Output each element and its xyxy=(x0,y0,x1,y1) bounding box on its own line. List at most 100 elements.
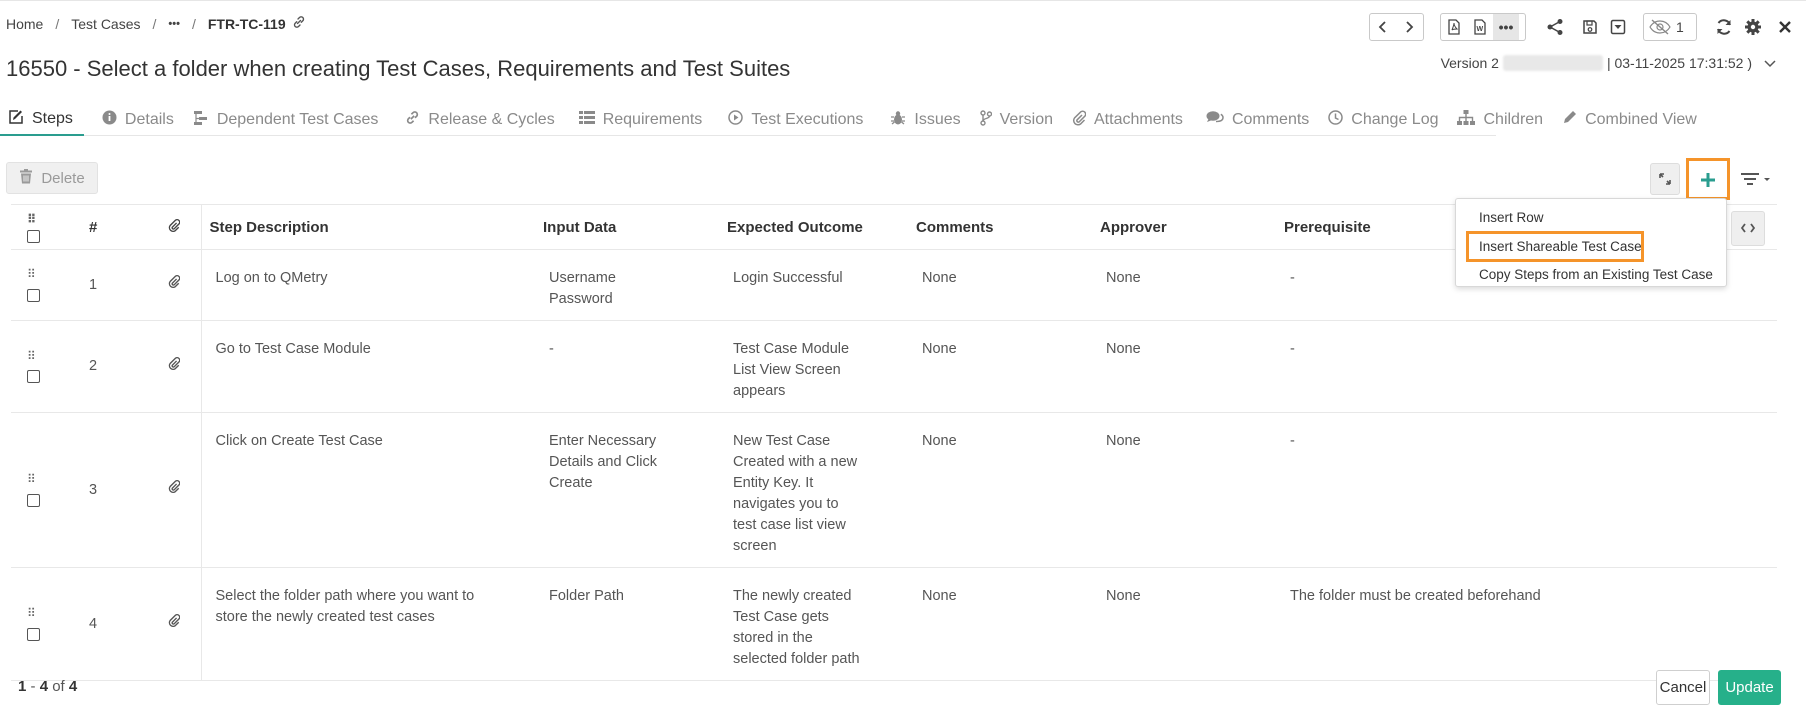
list-icon xyxy=(578,110,595,129)
pdf-icon[interactable] xyxy=(1441,14,1467,40)
prerequisite-cell[interactable]: - xyxy=(1276,320,1777,413)
col-step-description[interactable]: Step Description xyxy=(200,204,535,250)
col-expected-outcome[interactable]: Expected Outcome xyxy=(719,204,908,250)
tab-test-executions[interactable]: Test Executions xyxy=(720,98,874,136)
drag-handle-icon[interactable]: ⠿ xyxy=(27,472,36,486)
watchers-button[interactable]: 1 xyxy=(1643,13,1697,41)
input-data[interactable]: Username Password xyxy=(535,249,719,321)
link-icon[interactable] xyxy=(292,15,306,32)
approver-cell[interactable]: None xyxy=(1092,320,1276,413)
comments-cell[interactable]: None xyxy=(908,320,1092,413)
menu-copy-steps[interactable]: Copy Steps from an Existing Test Case xyxy=(1456,262,1726,288)
step-description[interactable]: Click on Create Test Case xyxy=(200,412,535,568)
expand-icon[interactable] xyxy=(1650,163,1680,195)
drag-handle-icon[interactable]: ⠿ xyxy=(27,267,36,281)
eye-slash-icon xyxy=(1644,14,1676,40)
step-description[interactable]: Go to Test Case Module xyxy=(200,320,535,413)
update-button[interactable]: Update xyxy=(1718,670,1781,705)
breadcrumb-more[interactable]: ••• xyxy=(168,18,180,30)
table-row[interactable]: ⠿ 3 Click on Create Test Case Enter Nece… xyxy=(11,412,1777,568)
share-icon[interactable] xyxy=(1543,15,1567,39)
tab-dependent-test-cases[interactable]: Dependent Test Cases xyxy=(185,98,390,136)
input-data[interactable]: Folder Path xyxy=(535,567,719,681)
top-bar: Home / Test Cases / ••• / FTR-TC-119 W •… xyxy=(0,0,1806,48)
tab-details[interactable]: Details xyxy=(94,98,185,136)
comments-cell[interactable]: None xyxy=(908,412,1092,568)
version-label: Version 2 xyxy=(1440,55,1499,71)
row-checkbox[interactable] xyxy=(27,288,40,302)
column-toggle-button[interactable] xyxy=(1731,211,1765,246)
input-data[interactable]: - xyxy=(535,320,719,413)
drag-handle-icon[interactable]: ⠿ xyxy=(27,349,36,363)
attachment-cell[interactable] xyxy=(148,320,201,413)
dropdown-box-icon[interactable] xyxy=(1606,15,1630,39)
table-row[interactable]: ⠿ 4 Select the folder path where you wan… xyxy=(11,567,1777,681)
approver-cell[interactable]: None xyxy=(1092,567,1276,681)
more-icon[interactable]: ••• xyxy=(1493,14,1519,40)
approver-cell[interactable]: None xyxy=(1092,249,1276,321)
step-description[interactable]: Select the folder path where you want to… xyxy=(200,567,535,681)
menu-insert-row[interactable]: Insert Row xyxy=(1456,205,1726,231)
prerequisite-cell[interactable]: - xyxy=(1276,412,1777,568)
chevron-right-icon[interactable] xyxy=(1396,14,1422,40)
svg-text:W: W xyxy=(1477,26,1484,33)
select-all-checkbox[interactable] xyxy=(27,229,40,243)
trash-icon xyxy=(19,168,33,188)
step-description[interactable]: Log on to QMetry xyxy=(200,249,535,321)
drag-handle-icon[interactable]: ⠿ xyxy=(27,606,36,620)
tab-issues[interactable]: Issues xyxy=(882,98,971,136)
filter-button[interactable] xyxy=(1736,168,1776,192)
delete-button[interactable]: Delete xyxy=(6,162,98,194)
clock-icon xyxy=(1328,110,1344,129)
gear-icon[interactable] xyxy=(1741,15,1765,39)
col-approver[interactable]: Approver xyxy=(1092,204,1276,250)
breadcrumb-home[interactable]: Home xyxy=(6,16,43,32)
save-icon[interactable] xyxy=(1578,15,1602,39)
refresh-icon[interactable] xyxy=(1712,15,1736,39)
col-comments[interactable]: Comments xyxy=(908,204,1092,250)
menu-insert-shareable-test-case[interactable]: Insert Shareable Test Case xyxy=(1466,231,1644,262)
table-row[interactable]: ⠿ 2 Go to Test Case Module - Test Case M… xyxy=(11,320,1777,413)
row-checkbox[interactable] xyxy=(27,627,40,641)
add-button[interactable] xyxy=(1686,158,1730,200)
tab-change-log[interactable]: Change Log xyxy=(1320,98,1449,136)
attachment-cell[interactable] xyxy=(148,567,201,681)
tab-release-cycles[interactable]: Release & Cycles xyxy=(397,98,565,136)
input-data[interactable]: Enter Necessary Details and Click Create xyxy=(535,412,719,568)
tab-version[interactable]: Version xyxy=(972,98,1064,136)
hierarchy-icon xyxy=(193,110,209,130)
tab-steps[interactable]: Steps xyxy=(0,98,84,136)
breadcrumb-test-cases[interactable]: Test Cases xyxy=(71,16,140,32)
close-icon[interactable] xyxy=(1773,15,1797,39)
version-info[interactable]: Version 2 | 03-11-2025 17:31:52 ) xyxy=(1441,55,1776,71)
expected-outcome[interactable]: Login Successful xyxy=(719,249,908,321)
tab-combined-view[interactable]: Combined View xyxy=(1554,98,1708,136)
cancel-button[interactable]: Cancel xyxy=(1656,670,1710,705)
chevron-down-icon[interactable] xyxy=(1764,55,1776,71)
tab-bar: Steps Details Dependent Test Cases Relea… xyxy=(0,98,1697,136)
approver-cell[interactable]: None xyxy=(1092,412,1276,568)
pencil-icon xyxy=(1562,110,1577,129)
attachment-cell[interactable] xyxy=(148,249,201,321)
export-group: W ••• xyxy=(1440,13,1526,41)
tab-attachments[interactable]: Attachments xyxy=(1064,98,1194,136)
expected-outcome[interactable]: Test Case Module List View Screen appear… xyxy=(719,320,908,413)
tab-label: Change Log xyxy=(1351,110,1439,128)
word-icon[interactable]: W xyxy=(1467,14,1493,40)
prerequisite-cell[interactable]: The folder must be created beforehand xyxy=(1276,567,1777,681)
expected-outcome[interactable]: The newly created Test Case gets stored … xyxy=(719,567,908,681)
row-checkbox[interactable] xyxy=(27,370,40,384)
chevron-left-icon[interactable] xyxy=(1370,14,1396,40)
tab-requirements[interactable]: Requirements xyxy=(571,98,714,136)
expected-outcome[interactable]: New Test Case Created with a new Entity … xyxy=(719,412,908,568)
col-number[interactable]: # xyxy=(59,204,148,250)
comments-cell[interactable]: None xyxy=(908,567,1092,681)
edit-icon xyxy=(8,109,24,129)
comments-cell[interactable]: None xyxy=(908,249,1092,321)
attachment-cell[interactable] xyxy=(148,412,201,568)
tab-children[interactable]: Children xyxy=(1449,98,1554,136)
tab-comments[interactable]: Comments xyxy=(1198,98,1320,136)
page-title: 16550 - Select a folder when creating Te… xyxy=(6,56,791,81)
row-checkbox[interactable] xyxy=(27,493,40,507)
col-input-data[interactable]: Input Data xyxy=(535,204,719,250)
